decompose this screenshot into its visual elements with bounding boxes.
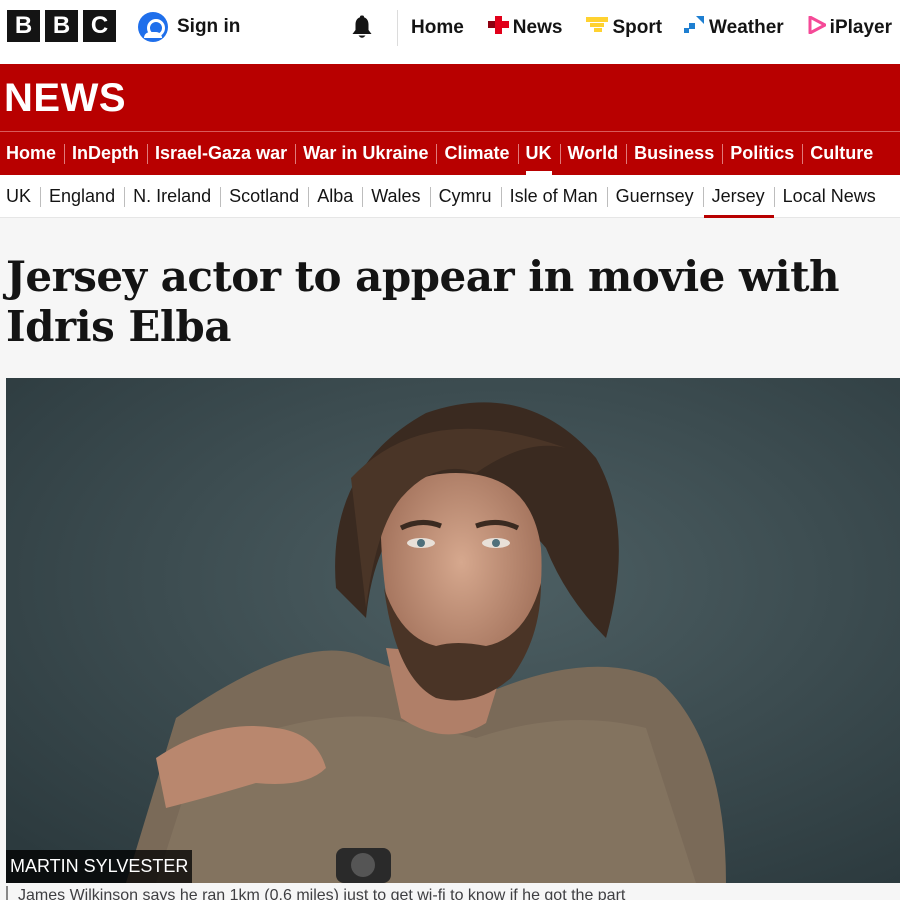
subnav-item-cymru[interactable]: Cymru	[429, 175, 501, 218]
bbc-logo-letter: C	[83, 10, 116, 42]
mainnav-item-culture[interactable]: Culture	[802, 132, 881, 175]
masthead: B B C Sign in Home News Sport Weather iP…	[0, 0, 900, 64]
news-banner: NEWS	[0, 64, 900, 131]
topnav-sport-label: Sport	[612, 17, 663, 38]
iplayer-icon	[808, 15, 827, 40]
subnav-item-england[interactable]: England	[40, 175, 124, 218]
subnav-item-n-ireland[interactable]: N. Ireland	[124, 175, 220, 218]
article-headline: Jersey actor to appear in movie with Idr…	[6, 252, 840, 351]
mainnav-item-indepth[interactable]: InDepth	[64, 132, 147, 175]
mainnav-item-home[interactable]: Home	[0, 132, 64, 175]
bbc-logo-letter: B	[45, 10, 78, 42]
portrait-photo	[6, 378, 900, 883]
subnav-item-jersey[interactable]: Jersey	[702, 175, 774, 218]
section-title[interactable]: NEWS	[4, 76, 126, 121]
mainnav-item-business[interactable]: Business	[626, 132, 722, 175]
subnav-item-isle-of-man[interactable]: Isle of Man	[500, 175, 607, 218]
mainnav-item-war-in-ukraine[interactable]: War in Ukraine	[295, 132, 436, 175]
mainnav-item-world[interactable]: World	[559, 132, 627, 175]
topnav-weather-label: Weather	[709, 17, 784, 38]
top-navigation: Home News Sport Weather iPlayer	[411, 15, 892, 40]
mainnav-item-politics[interactable]: Politics	[722, 132, 802, 175]
image-credit: MARTIN SYLVESTER	[6, 850, 193, 883]
news-icon	[487, 16, 509, 40]
image-caption: James Wilkinson says he ran 1km (0.6 mil…	[6, 886, 900, 900]
bbc-logo[interactable]: B B C	[7, 10, 116, 42]
subnav-item-guernsey[interactable]: Guernsey	[606, 175, 703, 218]
topnav-iplayer[interactable]: iPlayer	[808, 15, 892, 40]
subnav-item-local-news[interactable]: Local News	[773, 175, 885, 218]
sign-in-button[interactable]: Sign in	[138, 12, 240, 42]
mainnav-item-uk[interactable]: UK	[517, 132, 560, 175]
topnav-news[interactable]: News	[487, 16, 563, 40]
bbc-logo-letter: B	[7, 10, 40, 42]
divider	[397, 10, 398, 46]
notifications-bell-icon[interactable]	[348, 14, 376, 42]
topnav-home-label: Home	[411, 17, 464, 38]
topnav-sport[interactable]: Sport	[586, 16, 662, 40]
topnav-home[interactable]: Home	[411, 17, 464, 39]
mainnav-item-israel-gaza-war[interactable]: Israel-Gaza war	[147, 132, 295, 175]
topnav-iplayer-label: iPlayer	[829, 17, 892, 38]
subnav-item-alba[interactable]: Alba	[308, 175, 362, 218]
topnav-weather[interactable]: Weather	[684, 16, 784, 40]
sub-navigation: UK England N. Ireland Scotland Alba Wale…	[0, 175, 900, 218]
topnav-news-label: News	[512, 17, 563, 38]
article-hero-image	[6, 378, 900, 883]
sport-icon	[586, 16, 609, 40]
sign-in-label: Sign in	[177, 16, 241, 37]
mainnav-item-climate[interactable]: Climate	[436, 132, 517, 175]
main-navigation: Home InDepth Israel-Gaza war War in Ukra…	[0, 132, 900, 175]
weather-icon	[684, 16, 705, 40]
subnav-item-wales[interactable]: Wales	[362, 175, 429, 218]
subnav-item-uk[interactable]: UK	[0, 175, 40, 218]
account-icon	[138, 12, 168, 42]
subnav-item-scotland[interactable]: Scotland	[220, 175, 308, 218]
